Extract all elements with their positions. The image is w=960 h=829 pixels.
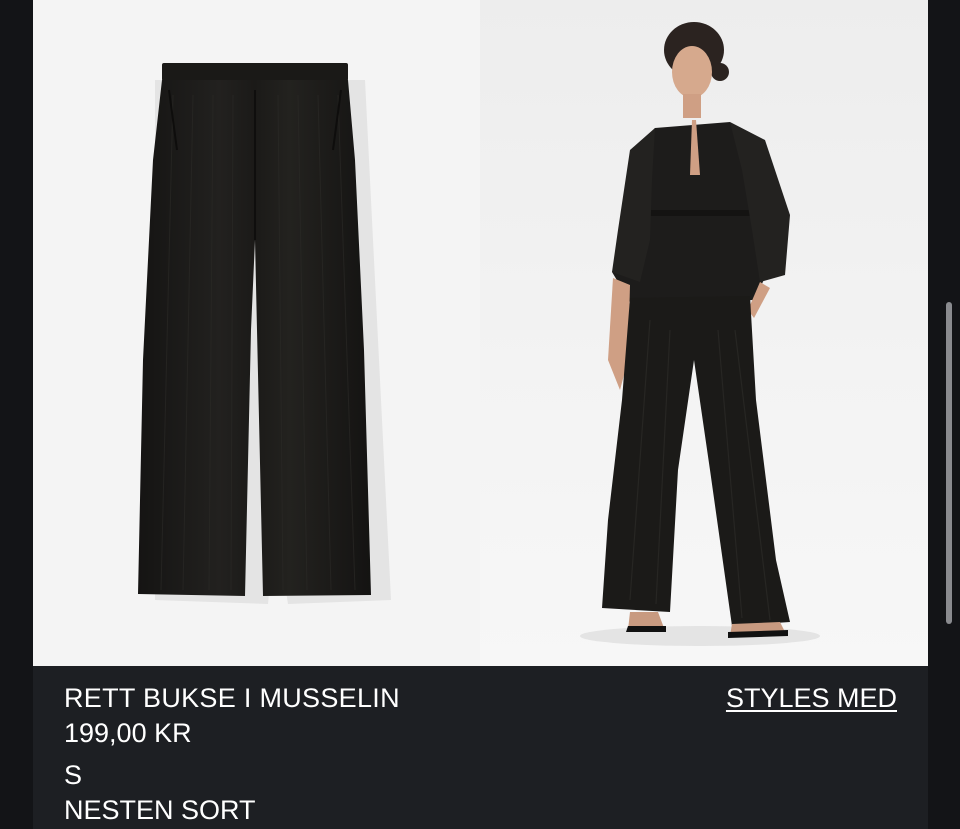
product-model-image[interactable] <box>480 0 928 666</box>
model-image <box>580 22 820 646</box>
product-info-bar: RETT BUKSE I MUSSELIN 199,00 KR S NESTEN… <box>33 666 928 829</box>
product-price: 199,00 KR <box>64 718 192 748</box>
styles-with-link[interactable]: STYLES MED <box>726 683 897 713</box>
scrollbar-thumb[interactable] <box>946 302 952 624</box>
product-screen: RETT BUKSE I MUSSELIN 199,00 KR S NESTEN… <box>0 0 960 829</box>
product-color: NESTEN SORT <box>64 795 256 825</box>
product-image-gallery[interactable] <box>33 0 928 666</box>
product-title: RETT BUKSE I MUSSELIN <box>64 683 400 713</box>
product-flat-image[interactable] <box>33 0 480 666</box>
right-gutter <box>928 0 960 829</box>
product-size: S <box>64 760 83 790</box>
left-gutter <box>0 0 33 829</box>
trousers-image <box>138 63 391 604</box>
